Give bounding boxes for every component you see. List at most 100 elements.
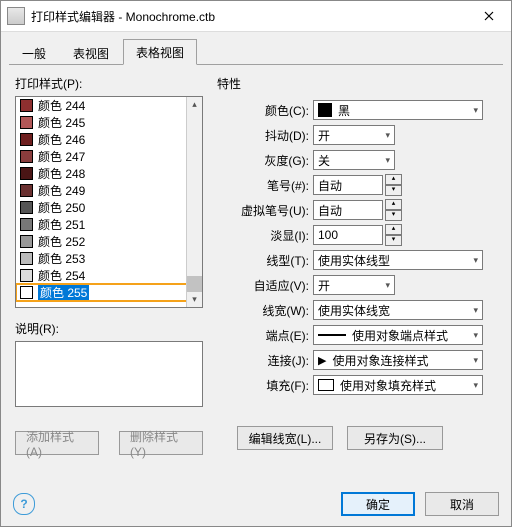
endstyle-label: 端点(E): [217,327,313,344]
plot-styles-list[interactable]: 颜色 244颜色 245颜色 246颜色 247颜色 248颜色 249颜色 2… [15,96,203,308]
list-item-label: 颜色 246 [38,131,85,148]
list-item-label: 颜色 253 [38,250,85,267]
add-style-button[interactable]: 添加样式(A) [15,431,99,455]
color-swatch-icon [318,103,332,117]
chevron-down-icon: ▾ [385,130,390,141]
vpen-input[interactable]: 自动 [313,200,383,220]
screening-input[interactable]: 100 [313,225,383,245]
save-as-button[interactable]: 另存为(S)... [347,426,443,450]
list-item[interactable]: 颜色 254 [16,267,187,284]
list-item[interactable]: 颜色 244 [16,97,187,114]
lineweight-value: 使用实体线宽 [318,302,390,319]
list-item[interactable]: 颜色 249 [16,182,187,199]
vpen-stepper[interactable]: ▴▾ [385,199,402,221]
window-title: 打印样式编辑器 - Monochrome.ctb [31,8,466,25]
color-swatch-icon [20,116,33,129]
delete-style-button[interactable]: 删除样式(Y) [119,431,203,455]
pen-input[interactable]: 自动 [313,175,383,195]
list-item[interactable]: 颜色 250 [16,199,187,216]
list-item-label: 颜色 244 [38,97,85,114]
close-button[interactable] [466,1,511,31]
color-swatch-icon [20,201,33,214]
joinstyle-value: 使用对象连接样式 [332,352,428,369]
color-value: 黑 [338,102,350,119]
list-item[interactable]: 颜色 246 [16,131,187,148]
grayscale-label: 灰度(G): [217,152,313,169]
linetype-label: 线型(T): [217,252,313,269]
list-item[interactable]: 颜色 253 [16,250,187,267]
help-button[interactable]: ? [13,493,35,515]
list-item-label: 颜色 247 [38,148,85,165]
join-icon: ▶ [318,354,326,367]
app-icon [7,7,25,25]
chevron-down-icon: ▾ [473,330,478,341]
tab-form-view[interactable]: 表格视图 [123,39,197,65]
list-item-label: 颜色 250 [38,199,85,216]
grayscale-combo[interactable]: 关 ▾ [313,150,395,170]
lineweight-label: 线宽(W): [217,302,313,319]
chevron-down-icon: ▾ [473,355,478,366]
description-field[interactable] [15,341,203,407]
endstyle-combo[interactable]: 使用对象端点样式 ▾ [313,325,483,345]
color-combo[interactable]: 黑 ▾ [313,100,483,120]
chevron-down-icon: ▾ [473,255,478,266]
dither-label: 抖动(D): [217,127,313,144]
color-swatch-icon [20,150,33,163]
cancel-button[interactable]: 取消 [425,492,499,516]
scroll-thumb[interactable] [187,276,202,292]
list-item[interactable]: 颜色 255 [16,284,187,301]
color-swatch-icon [20,218,33,231]
color-swatch-icon [20,235,33,248]
linetype-combo[interactable]: 使用实体线型 ▾ [313,250,483,270]
joinstyle-combo[interactable]: ▶ 使用对象连接样式 ▾ [313,350,483,370]
list-scrollbar[interactable]: ▴ ▾ [186,97,202,307]
pen-stepper[interactable]: ▴▾ [385,174,402,196]
tab-general[interactable]: 一般 [9,40,59,65]
grayscale-value: 关 [318,152,330,169]
color-swatch-icon [20,286,33,299]
tab-table-view[interactable]: 表视图 [60,40,122,65]
dither-value: 开 [318,127,330,144]
fillstyle-value: 使用对象填充样式 [340,377,436,394]
list-item[interactable]: 颜色 248 [16,165,187,182]
color-swatch-icon [20,184,33,197]
scroll-down-button[interactable]: ▾ [187,292,202,307]
list-item[interactable]: 颜色 247 [16,148,187,165]
chevron-down-icon: ▾ [385,280,390,291]
adaptive-value: 开 [318,277,330,294]
color-swatch-icon [20,252,33,265]
color-swatch-icon [20,133,33,146]
scroll-up-button[interactable]: ▴ [187,97,202,112]
close-icon [484,11,494,21]
list-item-label: 颜色 251 [38,216,85,233]
title-bar: 打印样式编辑器 - Monochrome.ctb [1,1,511,32]
adaptive-label: 自适应(V): [217,277,313,294]
adaptive-combo[interactable]: 开 ▾ [313,275,395,295]
ok-button[interactable]: 确定 [341,492,415,516]
vpen-label: 虚拟笔号(U): [217,202,313,219]
description-label: 说明(R): [15,320,203,337]
screening-stepper[interactable]: ▴▾ [385,224,402,246]
tab-strip: 一般 表视图 表格视图 [1,32,511,64]
list-item[interactable]: 颜色 251 [16,216,187,233]
list-item-label: 颜色 255 [38,284,89,301]
endstyle-value: 使用对象端点样式 [352,327,448,344]
list-item-label: 颜色 248 [38,165,85,182]
dither-combo[interactable]: 开 ▾ [313,125,395,145]
line-end-icon [318,334,346,336]
pen-value: 自动 [318,177,342,194]
list-item-label: 颜色 254 [38,267,85,284]
properties-group-label: 特性 [217,75,497,92]
screening-label: 淡显(I): [217,227,313,244]
fillstyle-combo[interactable]: 使用对象填充样式 ▾ [313,375,483,395]
plot-styles-label: 打印样式(P): [15,75,203,92]
list-item[interactable]: 颜色 252 [16,233,187,250]
lineweight-combo[interactable]: 使用实体线宽 ▾ [313,300,483,320]
fill-icon [318,379,334,391]
linetype-value: 使用实体线型 [318,252,390,269]
list-item[interactable]: 颜色 245 [16,114,187,131]
screening-value: 100 [318,228,338,242]
edit-lineweights-button[interactable]: 编辑线宽(L)... [237,426,333,450]
chevron-down-icon: ▾ [385,155,390,166]
pen-label: 笔号(#): [217,177,313,194]
